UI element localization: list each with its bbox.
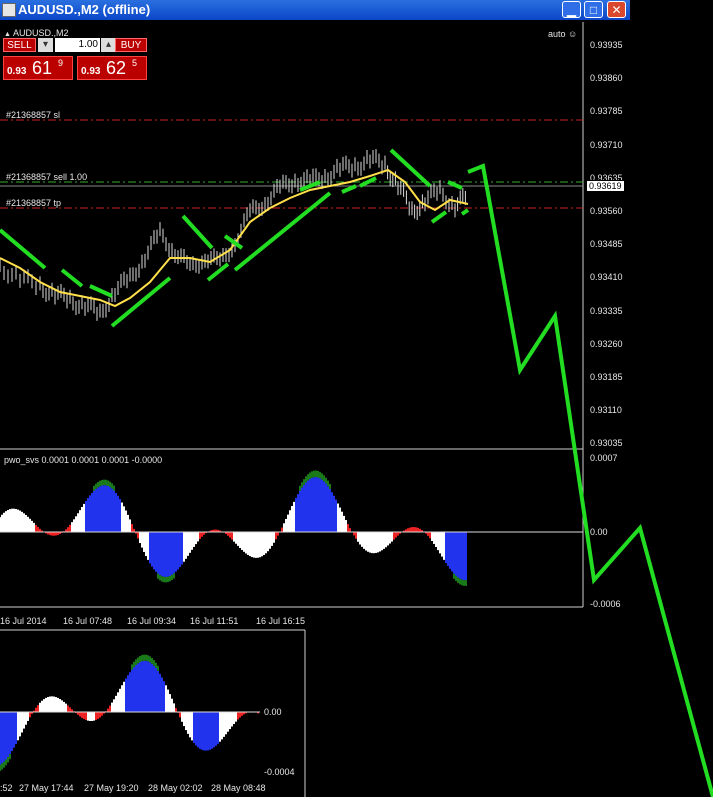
indicator-axis-top: 0.0007: [590, 453, 618, 463]
lot-increase-button[interactable]: ▴: [101, 38, 116, 52]
sl-label: #21368857 sl: [6, 110, 61, 120]
buy-price-pips: 62: [106, 58, 127, 78]
second-axis-bottom: -0.0004: [264, 767, 295, 777]
symbol-label: ▲ AUDUSD.,M2: [4, 28, 69, 38]
symbol-text: AUDUSD.,M2: [12, 28, 69, 38]
sell-order-label: #21368857 sell 1.00: [6, 172, 88, 182]
buy-price-prefix: 0.93: [81, 66, 101, 77]
second-time-label: 28 May 02:02: [148, 783, 203, 793]
lot-decrease-button[interactable]: ▾: [38, 38, 53, 52]
price-axis-label: 0.93110: [590, 405, 622, 416]
price-axis-label: 0.93935: [590, 40, 623, 50]
smile-icon: ☺: [568, 29, 578, 39]
price-axis-label: 0.93860: [590, 73, 623, 84]
price-axis-label: 0.93710: [590, 139, 623, 150]
time-label: 16 Jul 2014: [0, 616, 47, 626]
buy-price-box[interactable]: 0.93 62 5: [77, 56, 147, 80]
price-axis-label: 0.93035: [590, 438, 623, 449]
chart-canvas: [0, 22, 713, 797]
buy-price-fraction: 5: [132, 58, 138, 68]
sell-price-prefix: 0.93: [7, 66, 27, 77]
lot-size-input[interactable]: 1.00: [55, 38, 100, 52]
buy-button[interactable]: BUY: [115, 38, 147, 52]
price-axis-label: 0.93260: [590, 338, 623, 349]
indicator-axis-zero: 0.00: [590, 527, 608, 537]
auto-scroll-toggle[interactable]: auto ☺: [548, 29, 577, 39]
second-window-histogram: [0, 654, 259, 772]
indicator-histogram: [0, 470, 467, 586]
price-axis-label: 0.93185: [590, 372, 623, 382]
price-axis-label: 0.93485: [590, 239, 623, 250]
tp-label: #21368857 tp: [6, 198, 62, 208]
second-time-label: 27 May 19:20: [84, 783, 139, 793]
time-label: 16 Jul 16:15: [256, 616, 306, 626]
projection-line: [467, 163, 713, 797]
sell-price-pips: 61: [32, 58, 53, 78]
sell-price-fraction: 9: [58, 58, 64, 68]
current-price-marker: 0.93619: [586, 180, 625, 192]
sell-price-box[interactable]: 0.93 61 9: [3, 56, 73, 80]
second-time-label: 28 May 08:48: [211, 783, 266, 793]
second-axis-zero: 0.00: [264, 707, 282, 717]
second-time-label: :52: [0, 783, 13, 793]
price-axis-label: 0.93560: [590, 206, 623, 216]
time-label: 16 Jul 11:51: [190, 616, 239, 626]
one-click-trading-panel: SELL ▾ 1.00 ▴ BUY 0.93 61 9 0.93 62 5: [3, 38, 148, 80]
indicator-label: pwo_svs 0.0001 0.0001 0.0001 -0.0000: [4, 455, 163, 465]
second-time-label: 27 May 17:44: [19, 783, 74, 793]
price-axis-label: 0.93335: [590, 305, 623, 316]
price-axis-label: 0.93785: [590, 106, 623, 117]
sell-button[interactable]: SELL: [3, 38, 36, 52]
indicator-axis-bottom: -0.0006: [590, 599, 621, 609]
time-label: 16 Jul 09:34: [127, 616, 177, 626]
price-axis-label: 0.93410: [590, 272, 623, 283]
time-label: 16 Jul 07:48: [63, 616, 113, 626]
auto-label: auto: [548, 29, 566, 39]
